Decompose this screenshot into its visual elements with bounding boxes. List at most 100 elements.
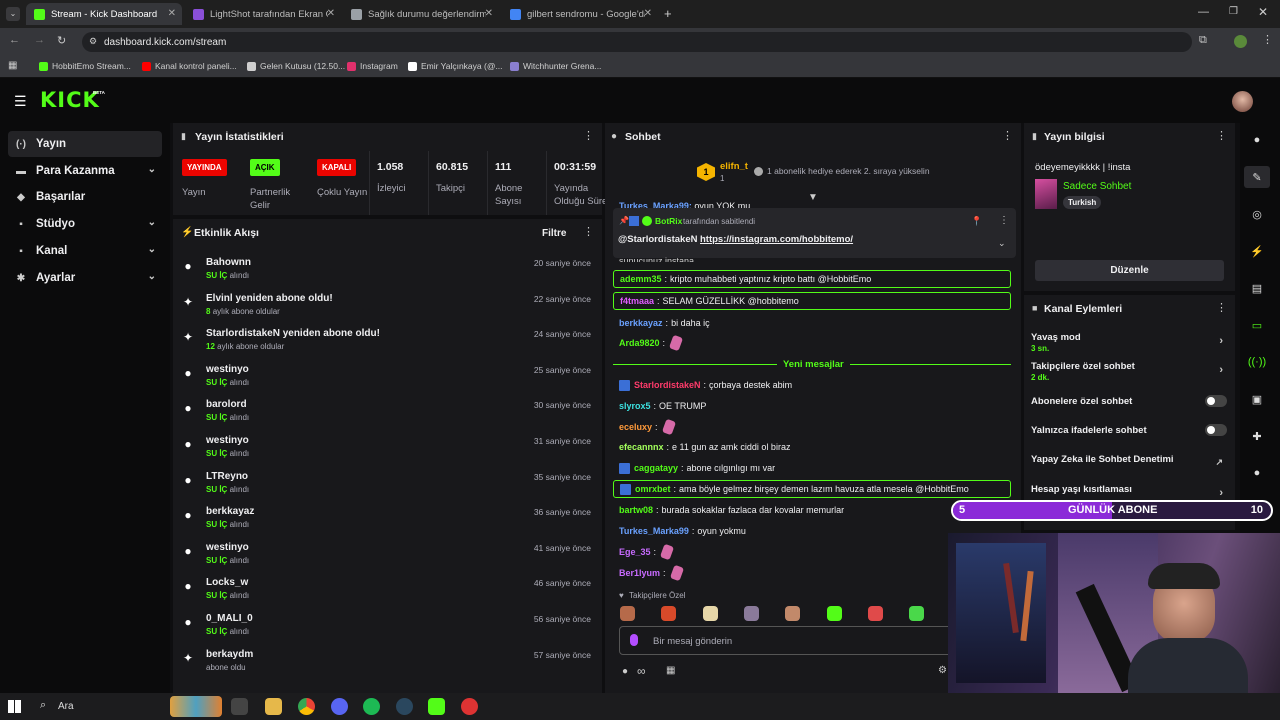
steam-icon[interactable]	[396, 698, 413, 715]
emote-icon[interactable]	[702, 606, 718, 621]
chat-message[interactable]: Arda9820:	[613, 334, 1011, 352]
activity-event[interactable]: ● Locks_w SU İÇ alındı 46 saniye önce	[181, 575, 591, 609]
chat-settings-icon[interactable]: ⚙	[938, 665, 947, 676]
emote-icon[interactable]	[785, 606, 801, 621]
activity-event[interactable]: ✦ Elvinl yeniden abone oldu! 8 aylık abone…	[181, 291, 591, 325]
gift-leader[interactable]: 1 elifn_t 1 1 abonelik hediye ederek 2. …	[697, 161, 937, 185]
sidebar-item-channel[interactable]: ▪ Kanal ⌄	[8, 238, 162, 264]
pinned-message[interactable]: 📌 BotRix tarafından sabitlendi @Starlord…	[613, 208, 1016, 258]
activity-event[interactable]: ● westinyo SU İÇ alındı 31 saniye önce	[181, 433, 591, 467]
expand-icon[interactable]: ⌄	[998, 238, 1006, 249]
taskbar-search-icon[interactable]: ⌕	[40, 699, 46, 712]
taskbar-search[interactable]: Ara	[58, 701, 74, 712]
bookmark-item[interactable]: Witchhunter Grena...	[510, 61, 601, 71]
bookmark-item[interactable]: Gelen Kutusu (12.50...	[247, 61, 345, 71]
windows-start-icon[interactable]	[8, 700, 21, 713]
activity-event[interactable]: ✦ StarlordistakeN yeniden abone oldu! 12 a…	[181, 326, 591, 360]
chat-username[interactable]: Ber1lyum	[619, 568, 660, 578]
chat-message[interactable]: slyrox5: OE TRUMP	[613, 397, 1011, 415]
activity-event[interactable]: ● barolord SU İÇ alındı 30 saniye önce	[181, 397, 591, 431]
browser-menu-icon[interactable]: ⋮	[1262, 33, 1273, 46]
chat-username[interactable]: f4tmaaa	[620, 296, 654, 306]
layout-icon[interactable]: ▣	[1244, 388, 1270, 410]
filter-button[interactable]: Filtre	[542, 228, 566, 239]
activity-more-icon[interactable]: ⋮	[583, 225, 594, 238]
toggle-switch[interactable]	[1205, 424, 1227, 436]
reload-icon[interactable]: ↻	[57, 34, 66, 47]
tab-search-button[interactable]: ⌄	[6, 7, 20, 21]
chat-message[interactable]: StarlordistakeN: çorbaya destek abim	[613, 376, 1011, 394]
unpin-icon[interactable]: 📍	[971, 216, 982, 227]
forward-icon[interactable]: →	[34, 34, 45, 46]
bookmark-item[interactable]: Kanal kontrol paneli...	[142, 61, 237, 71]
stats-more-icon[interactable]: ⋮	[583, 129, 594, 142]
channel-action[interactable]: Abonelere özel sohbet	[1031, 395, 1227, 408]
new-tab-button[interactable]: +	[664, 6, 672, 21]
broadcast-icon[interactable]: ((·))	[1244, 351, 1270, 373]
user-avatar[interactable]	[1232, 91, 1253, 112]
chat-message[interactable]: omrxbet: ama böyle gelmez birşey demen la…	[613, 480, 1011, 498]
activity-event[interactable]: ✦ berkaydm abone oldu 57 saniye önce	[181, 647, 591, 681]
channel-action[interactable]: Yalnızca ifadelerle sohbet	[1031, 424, 1227, 437]
emote-icon[interactable]	[826, 606, 842, 621]
profile-icon[interactable]	[1234, 35, 1247, 48]
pencil-icon[interactable]: ✎	[1244, 166, 1270, 188]
emote-icon[interactable]	[743, 606, 759, 621]
menu-icon[interactable]: ☰	[14, 93, 27, 110]
channel-action[interactable]: Takipçilere özel sohbet 2 dk. ›	[1031, 361, 1227, 382]
file-explorer-icon[interactable]	[265, 698, 282, 715]
chat-username[interactable]: StarlordistakeN	[634, 380, 701, 390]
actions-more-icon[interactable]: ⋮	[1216, 301, 1227, 314]
chat-more-icon[interactable]: ⋮	[1002, 129, 1013, 142]
bookmark-item[interactable]: HobbitEmo Stream...	[39, 61, 131, 71]
address-bar[interactable]: ⚙ dashboard.kick.com/stream	[82, 32, 1192, 52]
sidebar-item-money[interactable]: ▬ Para Kazanma ⌄	[8, 158, 162, 184]
chat-username[interactable]: ademm35	[620, 274, 662, 284]
sidebar-item-broadcast[interactable]: (·) Yayın	[8, 131, 162, 157]
site-info-icon[interactable]: ⚙	[89, 36, 97, 47]
chat-username[interactable]: Turkes_Marka99	[619, 526, 689, 536]
emote-icon[interactable]	[620, 606, 635, 621]
chat-message[interactable]: ademm35: kripto muhabbeti yaptınız kripto…	[613, 270, 1011, 288]
chat-username[interactable]: omrxbet	[635, 484, 671, 494]
emote-icon[interactable]	[661, 606, 677, 621]
mic-icon[interactable]	[630, 634, 638, 646]
browser-tab[interactable]: LightShot tarafından Ekran Gör✕	[185, 3, 341, 25]
browser-tab[interactable]: Sağlık durumu değerlendirmesi✕	[343, 3, 499, 25]
sidebar-item-studio[interactable]: ▪ Stüdyo ⌄	[8, 211, 162, 237]
chat-bubble-icon[interactable]: ▭	[1244, 314, 1270, 336]
tab-close-icon[interactable]: ✕	[327, 8, 335, 19]
chat-message[interactable]: f4tmaaa: SELAM GÜZELLİKK @hobbitemo	[613, 292, 1011, 310]
tab-close-icon[interactable]: ✕	[644, 8, 652, 19]
edit-button[interactable]: Düzenle	[1035, 260, 1224, 281]
chat-username[interactable]: caggatayy	[634, 463, 678, 473]
chat-input[interactable]: Bir mesaj gönderin	[619, 626, 954, 655]
chat-username[interactable]: bartw08	[619, 505, 653, 515]
toggle-switch[interactable]	[1205, 395, 1227, 407]
chrome-icon[interactable]	[298, 698, 315, 715]
channel-action[interactable]: Yapay Zeka ile Sohbet Denetimi ↗	[1031, 454, 1227, 467]
close-window-button[interactable]: ✕	[1258, 5, 1268, 19]
capture-icon[interactable]: ◎	[1244, 203, 1270, 225]
activity-event[interactable]: ● Bahownn SU İÇ alındı 20 saniye önce	[181, 255, 591, 289]
bookmark-item[interactable]: Instagram	[347, 61, 398, 71]
collapse-icon[interactable]: ▼	[808, 192, 818, 203]
extensions-icon[interactable]: ⧉	[1199, 34, 1207, 47]
store-icon[interactable]: ▦	[666, 665, 675, 676]
chat-message[interactable]: berkkayaz: bi daha iç	[613, 314, 1011, 332]
activity-event[interactable]: ● 0_MALI_0 SU İÇ alındı 56 saniye önce	[181, 611, 591, 645]
tab-close-icon[interactable]: ✕	[168, 8, 176, 19]
activity-event[interactable]: ● westinyo SU İÇ alındı 25 saniye önce	[181, 362, 591, 396]
users-icon[interactable]: ●	[622, 666, 628, 677]
chat-username[interactable]: Arda9820	[619, 338, 660, 348]
obs-icon[interactable]	[461, 698, 478, 715]
chat-username[interactable]: eceluxy	[619, 422, 652, 432]
pinned-link[interactable]: https://instagram.com/hobbitemo/	[700, 234, 853, 245]
back-icon[interactable]: ←	[9, 34, 20, 46]
chat-message[interactable]: eceluxy:	[613, 418, 1011, 436]
bookmark-item[interactable]: Emir Yalçınkaya (@...	[408, 61, 503, 71]
minimize-button[interactable]: —	[1198, 6, 1209, 18]
chat-username[interactable]: berkkayaz	[619, 318, 663, 328]
browser-tab[interactable]: Stream - Kick Dashboard ✕	[26, 3, 182, 25]
tab-close-icon[interactable]: ✕	[485, 8, 493, 19]
